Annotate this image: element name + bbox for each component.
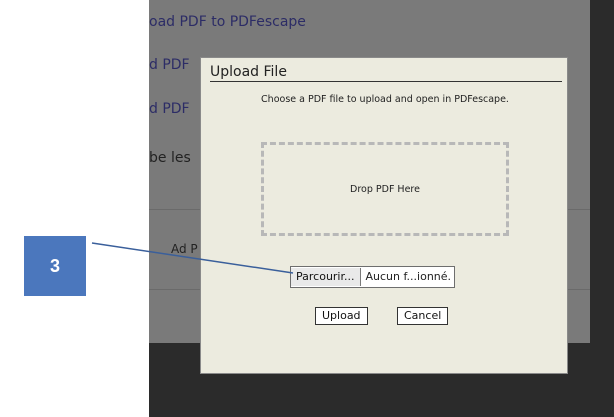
upload-button[interactable]: Upload [315,307,368,325]
drop-zone-label: Drop PDF Here [350,184,420,195]
upload-file-dialog: Upload File Choose a PDF file to upload … [200,57,568,374]
drop-zone[interactable]: Drop PDF Here [261,142,509,236]
dialog-instructions: Choose a PDF file to upload and open in … [261,94,509,105]
step-number-badge: 3 [24,236,86,296]
background-text-2: d PDF [149,57,190,73]
dialog-title: Upload File [210,64,562,82]
file-input[interactable]: Parcourir... Aucun f...ionné. [290,266,456,288]
background-text-3: d PDF [149,101,190,117]
selected-file-name: Aucun f...ionné. [365,270,452,283]
cancel-button[interactable]: Cancel [397,307,449,325]
background-text-1: oad PDF to PDFescape [149,14,306,30]
background-text-4: be les [149,150,191,166]
background-text-5: Ad P [171,242,198,256]
browse-button[interactable]: Parcourir... [291,268,361,286]
